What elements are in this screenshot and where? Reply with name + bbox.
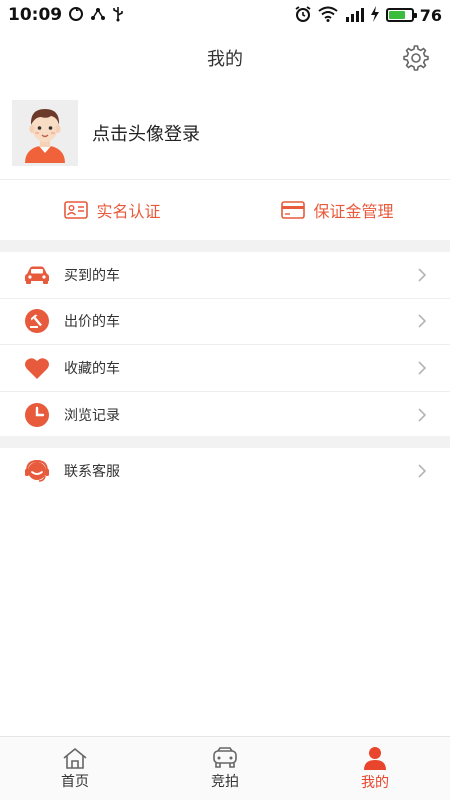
settings-button[interactable] (402, 44, 430, 72)
real-name-auth-button[interactable]: 实名认证 (0, 180, 225, 240)
auction-car-icon (213, 746, 237, 768)
real-name-auth-label: 实名认证 (96, 202, 161, 221)
heart-icon (24, 355, 50, 381)
credit-card-icon (281, 201, 306, 219)
tab-mine[interactable]: 我的 (300, 737, 450, 800)
battery-fill (388, 11, 406, 19)
status-right: 76 (294, 5, 442, 26)
charging-icon (370, 5, 380, 25)
avatar-illustration (25, 108, 65, 163)
menu-item-contact-support[interactable]: 联系客服 (0, 448, 450, 495)
menu-item-label: 联系客服 (64, 464, 120, 481)
home-icon (63, 747, 87, 769)
chevron-right-icon (418, 464, 427, 478)
page-title: 我的 (207, 49, 243, 70)
section-divider (0, 436, 450, 448)
status-left: 10:09 (8, 5, 124, 25)
profile-section[interactable]: 点击头像登录 (0, 86, 450, 180)
menu-item-label: 收藏的车 (64, 360, 120, 377)
menu-item-label: 买到的车 (64, 267, 120, 284)
user-icon (364, 746, 386, 770)
menu-item-label: 浏览记录 (64, 407, 120, 424)
menu-list: 买到的车 出价的车 收藏的车 浏览记录 (0, 252, 450, 438)
deposit-management-button[interactable]: 保证金管理 (225, 180, 450, 240)
share-icon (90, 6, 106, 25)
service-list: 联系客服 (0, 448, 450, 495)
header: 我的 (0, 30, 450, 86)
chevron-right-icon (418, 408, 427, 422)
menu-item-bought-cars[interactable]: 买到的车 (0, 252, 450, 299)
gavel-icon (24, 308, 50, 334)
menu-item-label: 出价的车 (64, 314, 120, 331)
tab-auction[interactable]: 竞拍 (150, 737, 300, 800)
menu-item-favorite-cars[interactable]: 收藏的车 (0, 345, 450, 392)
battery-icon (385, 8, 417, 22)
menu-item-bid-cars[interactable]: 出价的车 (0, 299, 450, 345)
sync-icon (68, 6, 84, 25)
tab-home-label: 首页 (61, 773, 89, 790)
usb-icon (112, 6, 124, 25)
menu-item-browse-history[interactable]: 浏览记录 (0, 392, 450, 439)
tab-home[interactable]: 首页 (0, 737, 150, 800)
chevron-right-icon (418, 361, 427, 375)
id-card-icon (64, 201, 89, 219)
signal-icon (344, 6, 364, 25)
deposit-management-label: 保证金管理 (313, 202, 394, 221)
clock-icon (24, 402, 50, 428)
wifi-icon (318, 6, 338, 25)
bottom-nav: 首页 竞拍 我的 (0, 736, 450, 800)
status-time: 10:09 (8, 5, 63, 25)
tab-mine-label: 我的 (361, 774, 389, 791)
status-bar: 10:09 76 (0, 0, 450, 30)
tab-auction-label: 竞拍 (211, 773, 239, 790)
chevron-right-icon (418, 268, 427, 282)
car-icon (24, 262, 50, 288)
alarm-icon (294, 5, 312, 26)
section-divider (0, 240, 450, 252)
quick-actions: 实名认证 保证金管理 (0, 180, 450, 240)
chevron-right-icon (418, 314, 427, 328)
gear-icon (403, 45, 429, 71)
avatar[interactable] (12, 99, 78, 166)
battery-percent: 76 (419, 5, 442, 25)
login-prompt[interactable]: 点击头像登录 (92, 120, 200, 146)
headset-icon (24, 458, 50, 484)
